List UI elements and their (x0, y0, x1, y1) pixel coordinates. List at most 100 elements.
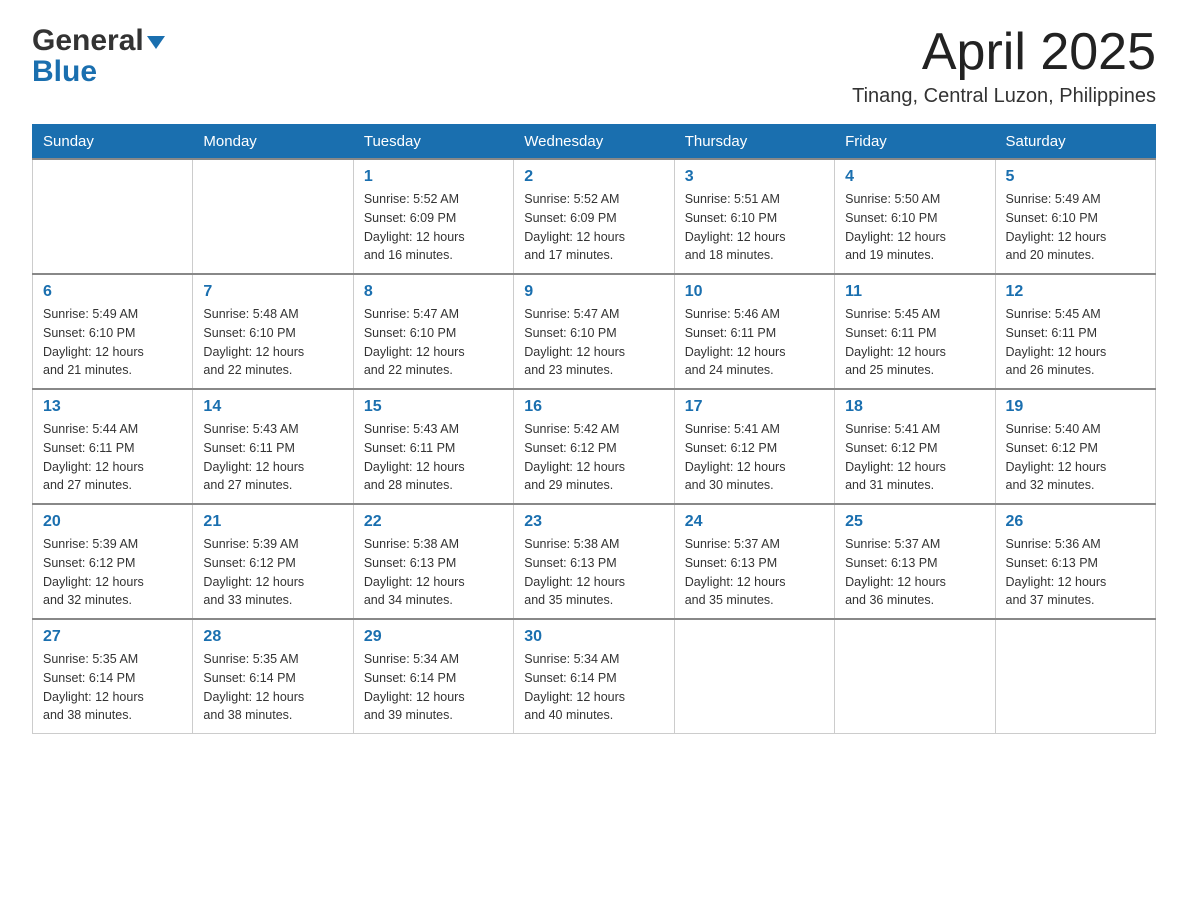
day-number: 11 (845, 283, 984, 301)
day-info: Sunrise: 5:34 AM Sunset: 6:14 PM Dayligh… (524, 650, 663, 725)
day-info: Sunrise: 5:43 AM Sunset: 6:11 PM Dayligh… (364, 420, 503, 495)
calendar-cell: 10Sunrise: 5:46 AM Sunset: 6:11 PM Dayli… (674, 274, 834, 389)
calendar-cell: 3 Sunrise: 5:51 AM Sunset: 6:10 PM Daylig… (674, 159, 834, 274)
page-header: General Blue April 2025 Tinang, Central … (32, 24, 1156, 108)
calendar-cell: 25 Sunrise: 5:37 AM Sunset: 6:13 PM Dayli… (835, 504, 995, 619)
week-row-5: 27 Sunrise: 5:35 AM Sunset: 6:14 PM Dayli… (33, 619, 1156, 734)
calendar-cell (995, 619, 1155, 734)
logo-triangle-icon (147, 36, 165, 49)
calendar-cell: 16Sunrise: 5:42 AM Sunset: 6:12 PM Dayli… (514, 389, 674, 504)
calendar-cell: 18Sunrise: 5:41 AM Sunset: 6:12 PM Dayli… (835, 389, 995, 504)
header-thursday: Thursday (674, 125, 834, 160)
day-info: Sunrise: 5:41 AM Sunset: 6:12 PM Dayligh… (845, 420, 984, 495)
calendar-cell: 19Sunrise: 5:40 AM Sunset: 6:12 PM Dayli… (995, 389, 1155, 504)
day-info: Sunrise: 5:49 AM Sunset: 6:10 PM Dayligh… (1006, 190, 1145, 265)
day-info: Sunrise: 5:42 AM Sunset: 6:12 PM Dayligh… (524, 420, 663, 495)
day-number: 2 (524, 168, 663, 186)
header-row: SundayMondayTuesdayWednesdayThursdayFrid… (33, 125, 1156, 160)
day-number: 15 (364, 398, 503, 416)
calendar-cell: 15 Sunrise: 5:43 AM Sunset: 6:11 PM Dayli… (353, 389, 513, 504)
day-info: Sunrise: 5:49 AM Sunset: 6:10 PM Dayligh… (43, 305, 182, 380)
day-number: 6 (43, 283, 182, 301)
day-info: Sunrise: 5:47 AM Sunset: 6:10 PM Dayligh… (364, 305, 503, 380)
day-number: 14 (203, 398, 342, 416)
calendar-cell: 17Sunrise: 5:41 AM Sunset: 6:12 PM Dayli… (674, 389, 834, 504)
day-info: Sunrise: 5:34 AM Sunset: 6:14 PM Dayligh… (364, 650, 503, 725)
calendar-cell: 11 Sunrise: 5:45 AM Sunset: 6:11 PM Dayli… (835, 274, 995, 389)
day-number: 12 (1006, 283, 1145, 301)
day-info: Sunrise: 5:37 AM Sunset: 6:13 PM Dayligh… (685, 535, 824, 610)
day-number: 22 (364, 513, 503, 531)
calendar-cell (835, 619, 995, 734)
calendar-cell: 26Sunrise: 5:36 AM Sunset: 6:13 PM Dayli… (995, 504, 1155, 619)
header-tuesday: Tuesday (353, 125, 513, 160)
day-number: 24 (685, 513, 824, 531)
day-number: 10 (685, 283, 824, 301)
calendar-cell: 28 Sunrise: 5:35 AM Sunset: 6:14 PM Dayli… (193, 619, 353, 734)
calendar-cell: 20 Sunrise: 5:39 AM Sunset: 6:12 PM Dayli… (33, 504, 193, 619)
header-saturday: Saturday (995, 125, 1155, 160)
day-number: 5 (1006, 168, 1145, 186)
calendar-cell: 23 Sunrise: 5:38 AM Sunset: 6:13 PM Dayli… (514, 504, 674, 619)
day-info: Sunrise: 5:35 AM Sunset: 6:14 PM Dayligh… (43, 650, 182, 725)
week-row-4: 20 Sunrise: 5:39 AM Sunset: 6:12 PM Dayli… (33, 504, 1156, 619)
day-info: Sunrise: 5:48 AM Sunset: 6:10 PM Dayligh… (203, 305, 342, 380)
calendar-cell: 29 Sunrise: 5:34 AM Sunset: 6:14 PM Dayli… (353, 619, 513, 734)
calendar-cell: 6 Sunrise: 5:49 AM Sunset: 6:10 PM Daylig… (33, 274, 193, 389)
logo: General Blue (32, 24, 165, 87)
location-title: Tinang, Central Luzon, Philippines (852, 85, 1156, 108)
day-info: Sunrise: 5:38 AM Sunset: 6:13 PM Dayligh… (524, 535, 663, 610)
calendar-cell: 27 Sunrise: 5:35 AM Sunset: 6:14 PM Dayli… (33, 619, 193, 734)
header-monday: Monday (193, 125, 353, 160)
day-info: Sunrise: 5:47 AM Sunset: 6:10 PM Dayligh… (524, 305, 663, 380)
day-number: 25 (845, 513, 984, 531)
day-info: Sunrise: 5:38 AM Sunset: 6:13 PM Dayligh… (364, 535, 503, 610)
calendar-cell (193, 159, 353, 274)
day-info: Sunrise: 5:45 AM Sunset: 6:11 PM Dayligh… (1006, 305, 1145, 380)
day-info: Sunrise: 5:44 AM Sunset: 6:11 PM Dayligh… (43, 420, 182, 495)
calendar-cell: 13Sunrise: 5:44 AM Sunset: 6:11 PM Dayli… (33, 389, 193, 504)
header-friday: Friday (835, 125, 995, 160)
calendar-cell: 24 Sunrise: 5:37 AM Sunset: 6:13 PM Dayli… (674, 504, 834, 619)
title-section: April 2025 Tinang, Central Luzon, Philip… (852, 24, 1156, 108)
day-number: 23 (524, 513, 663, 531)
day-number: 21 (203, 513, 342, 531)
header-sunday: Sunday (33, 125, 193, 160)
calendar-table: SundayMondayTuesdayWednesdayThursdayFrid… (32, 124, 1156, 734)
calendar-cell: 7 Sunrise: 5:48 AM Sunset: 6:10 PM Daylig… (193, 274, 353, 389)
month-title: April 2025 (852, 24, 1156, 81)
day-number: 27 (43, 628, 182, 646)
logo-blue: Blue (32, 57, 97, 87)
day-info: Sunrise: 5:37 AM Sunset: 6:13 PM Dayligh… (845, 535, 984, 610)
day-info: Sunrise: 5:52 AM Sunset: 6:09 PM Dayligh… (364, 190, 503, 265)
day-number: 30 (524, 628, 663, 646)
calendar-cell: 30 Sunrise: 5:34 AM Sunset: 6:14 PM Dayli… (514, 619, 674, 734)
calendar-cell (674, 619, 834, 734)
calendar-cell: 22 Sunrise: 5:38 AM Sunset: 6:13 PM Dayli… (353, 504, 513, 619)
day-info: Sunrise: 5:36 AM Sunset: 6:13 PM Dayligh… (1006, 535, 1145, 610)
calendar-cell: 21 Sunrise: 5:39 AM Sunset: 6:12 PM Dayli… (193, 504, 353, 619)
day-info: Sunrise: 5:39 AM Sunset: 6:12 PM Dayligh… (203, 535, 342, 610)
day-info: Sunrise: 5:45 AM Sunset: 6:11 PM Dayligh… (845, 305, 984, 380)
day-number: 4 (845, 168, 984, 186)
day-number: 20 (43, 513, 182, 531)
calendar-cell: 8 Sunrise: 5:47 AM Sunset: 6:10 PM Daylig… (353, 274, 513, 389)
day-info: Sunrise: 5:35 AM Sunset: 6:14 PM Dayligh… (203, 650, 342, 725)
calendar-cell: 14 Sunrise: 5:43 AM Sunset: 6:11 PM Dayli… (193, 389, 353, 504)
logo-general: General (32, 24, 144, 57)
day-info: Sunrise: 5:39 AM Sunset: 6:12 PM Dayligh… (43, 535, 182, 610)
day-number: 7 (203, 283, 342, 301)
day-info: Sunrise: 5:50 AM Sunset: 6:10 PM Dayligh… (845, 190, 984, 265)
calendar-cell (33, 159, 193, 274)
week-row-1: 1 Sunrise: 5:52 AM Sunset: 6:09 PM Daylig… (33, 159, 1156, 274)
day-info: Sunrise: 5:40 AM Sunset: 6:12 PM Dayligh… (1006, 420, 1145, 495)
day-number: 8 (364, 283, 503, 301)
calendar-cell: 5 Sunrise: 5:49 AM Sunset: 6:10 PM Daylig… (995, 159, 1155, 274)
day-number: 1 (364, 168, 503, 186)
day-number: 28 (203, 628, 342, 646)
day-info: Sunrise: 5:51 AM Sunset: 6:10 PM Dayligh… (685, 190, 824, 265)
day-info: Sunrise: 5:43 AM Sunset: 6:11 PM Dayligh… (203, 420, 342, 495)
day-number: 3 (685, 168, 824, 186)
day-number: 29 (364, 628, 503, 646)
week-row-3: 13Sunrise: 5:44 AM Sunset: 6:11 PM Dayli… (33, 389, 1156, 504)
